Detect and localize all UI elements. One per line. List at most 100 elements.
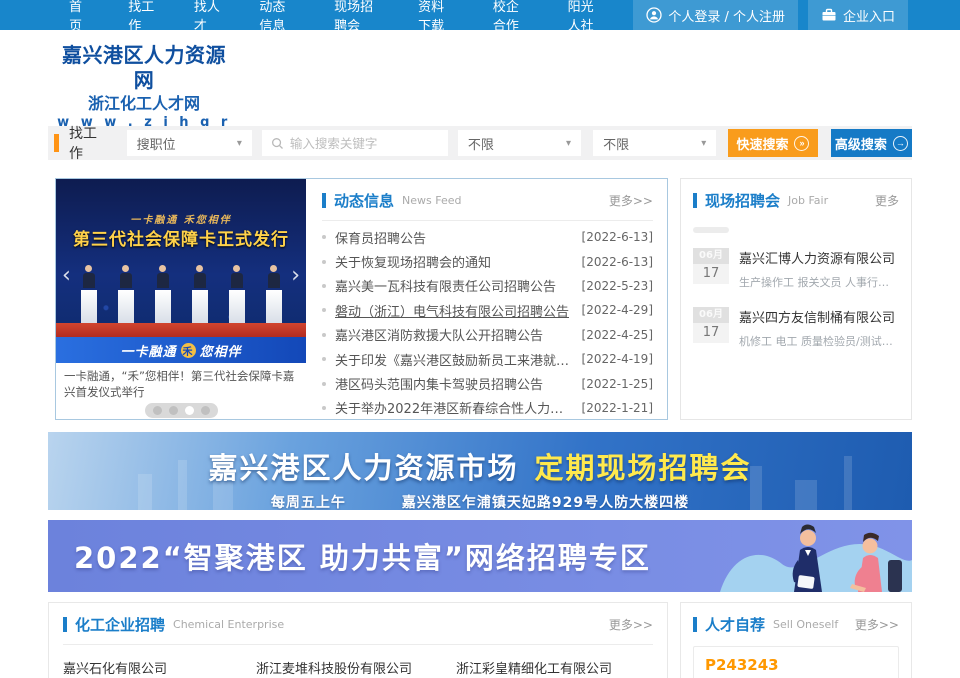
job-fair-item[interactable]: 06月 17 嘉兴四方友信制桶有限公司 机修工 电工 质量检验员/测试员 叉车… bbox=[693, 307, 899, 349]
site-name: 嘉兴港区人力资源网 bbox=[55, 43, 233, 93]
bottom-row: 化工企业招聘 Chemical Enterprise 更多>> 嘉兴石化有限公司… bbox=[48, 602, 912, 678]
talent-id: P243243 bbox=[705, 656, 887, 674]
divider bbox=[63, 644, 653, 645]
search-mode-label: 找工作 bbox=[69, 123, 111, 163]
carousel-dot-3-active[interactable] bbox=[185, 406, 194, 415]
nav-find-job[interactable]: 找工作 bbox=[109, 0, 175, 30]
company-entry[interactable]: 嘉兴石化有限公司 工艺员 设备管理 警卫（残疾工） bbox=[63, 658, 256, 678]
news-item[interactable]: 关于恢复现场招聘会的通知 [2022-6-13] bbox=[322, 249, 653, 273]
online-recruitment-banner[interactable]: 2022“智聚港区 助力共富”网络招聘专区 bbox=[48, 520, 912, 592]
filter1-value: 不限 bbox=[468, 134, 494, 153]
news-item[interactable]: 关于举办2022年港区新春综合性人力资源暨春风… [2022-1-21] bbox=[322, 396, 653, 420]
job-fair-company: 嘉兴汇博人力资源有限公司 bbox=[739, 248, 899, 267]
carousel-next-arrow[interactable]: › bbox=[291, 265, 300, 287]
job-fair-date-badge: 06月 17 bbox=[693, 248, 729, 290]
filter2-select[interactable]: 不限 ▾ bbox=[593, 130, 716, 156]
talent-more-link[interactable]: 更多>> bbox=[855, 616, 899, 633]
company-entry[interactable]: 浙江麦堆科技股份有限公司 销售专员 会计 土建主管 bbox=[256, 658, 456, 678]
keyword-input-wrap bbox=[262, 130, 448, 156]
nav-find-talent[interactable]: 找人才 bbox=[175, 0, 241, 30]
nav-home[interactable]: 首 页 bbox=[50, 0, 109, 30]
chemical-more-link[interactable]: 更多>> bbox=[609, 616, 653, 633]
news-item[interactable]: 关于印发《嘉兴港区鼓励新员工来港就业补助操作… [2022-4-19] bbox=[322, 347, 653, 371]
job-market-banner[interactable]: 嘉兴港区人力资源市场定期现场招聘会 每周五上午嘉兴港区乍浦镇天妃路929号人防大… bbox=[48, 432, 912, 510]
bullet-icon bbox=[322, 308, 326, 312]
carousel-slide-image[interactable]: 一卡融通 禾您相伴 第三代社会保障卡正式发行 一卡融通 禾 您相伴 ‹ bbox=[56, 179, 306, 363]
advanced-search-button[interactable]: 高级搜索 → bbox=[831, 129, 912, 157]
nav-downloads[interactable]: 资料下载 bbox=[399, 0, 474, 30]
site-header: 嘉兴港区人力资源网 浙江化工人才网 w w w . z j h g r c . … bbox=[0, 30, 960, 118]
enterprise-entry-label: 企业入口 bbox=[843, 6, 895, 25]
slide-stage-floor bbox=[56, 323, 306, 337]
chevron-down-icon: ▾ bbox=[237, 138, 242, 149]
banner2-title: 2022“智聚港区 助力共富”网络招聘专区 bbox=[74, 535, 651, 577]
carousel-dots-row bbox=[56, 401, 306, 418]
company-entry[interactable]: 浙江彩皇精细化工有限公司 普工（制造科） 营业担当 bbox=[456, 658, 653, 678]
enterprise-entry-button[interactable]: 企业入口 bbox=[808, 0, 908, 30]
section-accent-bar bbox=[693, 193, 697, 208]
talent-self-recommend-section: 人才自荐 Sell Oneself 更多>> P243243 男｜嘉兴市→嘉兴港… bbox=[680, 602, 912, 678]
bullet-icon bbox=[322, 406, 326, 410]
carousel-dot-4[interactable] bbox=[201, 406, 210, 415]
quick-search-button[interactable]: 快速搜索 » bbox=[728, 129, 817, 157]
nav-school-cooperation[interactable]: 校企合作 bbox=[474, 0, 549, 30]
banner2-people-illustration bbox=[702, 520, 912, 592]
decorative-pill bbox=[693, 227, 729, 233]
slide-band-right-text: 您相伴 bbox=[200, 341, 242, 360]
personal-login-label: 个人登录 / 个人注册 bbox=[668, 6, 785, 25]
divider bbox=[322, 220, 653, 221]
news-feed-section: 动态信息 News Feed 更多>> 保育员招聘公告 [2022-6-13] … bbox=[306, 179, 667, 419]
news-item[interactable]: 嘉兴美一瓦科技有限责任公司招聘公告 [2022-5-23] bbox=[322, 274, 653, 298]
carousel-news-panel: 一卡融通 禾您相伴 第三代社会保障卡正式发行 一卡融通 禾 您相伴 ‹ bbox=[55, 178, 668, 420]
banner1-schedule: 每周五上午 bbox=[271, 495, 346, 510]
news-item[interactable]: 保育员招聘公告 [2022-6-13] bbox=[322, 225, 653, 249]
talent-card[interactable]: P243243 男｜嘉兴市→嘉兴港区｜八年以上 bbox=[693, 646, 899, 678]
main-nav: 首 页 找工作 找人才 动态信息 现场招聘会 资料下载 校企合作 阳光人社 bbox=[50, 0, 623, 30]
he-seal-icon: 禾 bbox=[181, 343, 196, 358]
chemical-enterprise-section: 化工企业招聘 Chemical Enterprise 更多>> 嘉兴石化有限公司… bbox=[48, 602, 668, 678]
filter1-select[interactable]: 不限 ▾ bbox=[458, 130, 581, 156]
job-fair-more-link[interactable]: 更多 bbox=[875, 192, 899, 209]
bullet-icon bbox=[322, 382, 326, 386]
bullet-icon bbox=[322, 260, 326, 264]
filter2-value: 不限 bbox=[603, 134, 629, 153]
job-fair-positions: 生产操作工 报关文员 人事行政助理… bbox=[739, 274, 899, 290]
carousel-dots bbox=[145, 403, 218, 418]
company-grid: 嘉兴石化有限公司 工艺员 设备管理 警卫（残疾工） 浙江麦堆科技股份有限公司 销… bbox=[63, 658, 653, 678]
job-fair-section: 现场招聘会 Job Fair 更多 06月 17 嘉兴汇博人力资源有限公司 生产… bbox=[680, 178, 912, 420]
carousel-dot-1[interactable] bbox=[153, 406, 162, 415]
quick-search-icon: » bbox=[794, 136, 809, 151]
carousel-caption[interactable]: 一卡融通，“禾”您相伴！第三代社会保障卡嘉兴首发仪式举行 bbox=[56, 363, 306, 401]
talent-section-title: 人才自荐 bbox=[705, 614, 765, 635]
news-section-title: 动态信息 bbox=[334, 190, 394, 211]
orange-accent-bar bbox=[54, 134, 59, 152]
news-more-link[interactable]: 更多>> bbox=[609, 192, 653, 209]
job-fair-item[interactable]: 06月 17 嘉兴汇博人力资源有限公司 生产操作工 报关文员 人事行政助理… bbox=[693, 248, 899, 290]
personal-login-button[interactable]: 个人登录 / 个人注册 bbox=[633, 0, 798, 30]
topbar-actions: 个人登录 / 个人注册 企业入口 bbox=[623, 0, 908, 30]
slide-title: 第三代社会保障卡正式发行 bbox=[56, 225, 306, 250]
carousel-prev-arrow[interactable]: ‹ bbox=[62, 265, 71, 287]
quick-search-label: 快速搜索 bbox=[736, 134, 788, 153]
nav-job-fair[interactable]: 现场招聘会 bbox=[315, 0, 399, 30]
section-accent-bar bbox=[322, 193, 326, 208]
carousel-dot-2[interactable] bbox=[169, 406, 178, 415]
news-item-hovered[interactable]: 磐动（浙江）电气科技有限公司招聘公告 [2022-4-29] bbox=[322, 298, 653, 322]
news-item[interactable]: 港区码头范围内集卡驾驶员招聘公告 [2022-1-25] bbox=[322, 371, 653, 395]
nav-news[interactable]: 动态信息 bbox=[240, 0, 315, 30]
bullet-icon bbox=[322, 284, 326, 288]
carousel: 一卡融通 禾您相伴 第三代社会保障卡正式发行 一卡融通 禾 您相伴 ‹ bbox=[56, 179, 306, 419]
bullet-icon bbox=[322, 333, 326, 337]
news-item[interactable]: 嘉兴港区消防救援大队公开招聘公告 [2022-4-25] bbox=[322, 323, 653, 347]
nav-sunshine-hr[interactable]: 阳光人社 bbox=[549, 0, 624, 30]
bullet-icon bbox=[322, 357, 326, 361]
search-category-select[interactable]: 搜职位 ▾ bbox=[127, 130, 252, 156]
job-fair-company: 嘉兴四方友信制桶有限公司 bbox=[739, 307, 899, 326]
search-input[interactable] bbox=[290, 136, 446, 151]
search-bar: 找工作 搜职位 ▾ 不限 ▾ 不限 ▾ 快速搜索 » 高级搜索 → bbox=[48, 126, 912, 160]
slide-small-title: 一卡融通 禾您相伴 bbox=[56, 211, 306, 226]
banner1-address: 嘉兴港区乍浦镇天妃路929号人防大楼四楼 bbox=[402, 495, 689, 510]
advanced-search-label: 高级搜索 bbox=[835, 134, 887, 153]
site-subname: 浙江化工人才网 bbox=[55, 94, 233, 114]
banner1-title-yellow: 定期现场招聘会 bbox=[535, 451, 752, 485]
